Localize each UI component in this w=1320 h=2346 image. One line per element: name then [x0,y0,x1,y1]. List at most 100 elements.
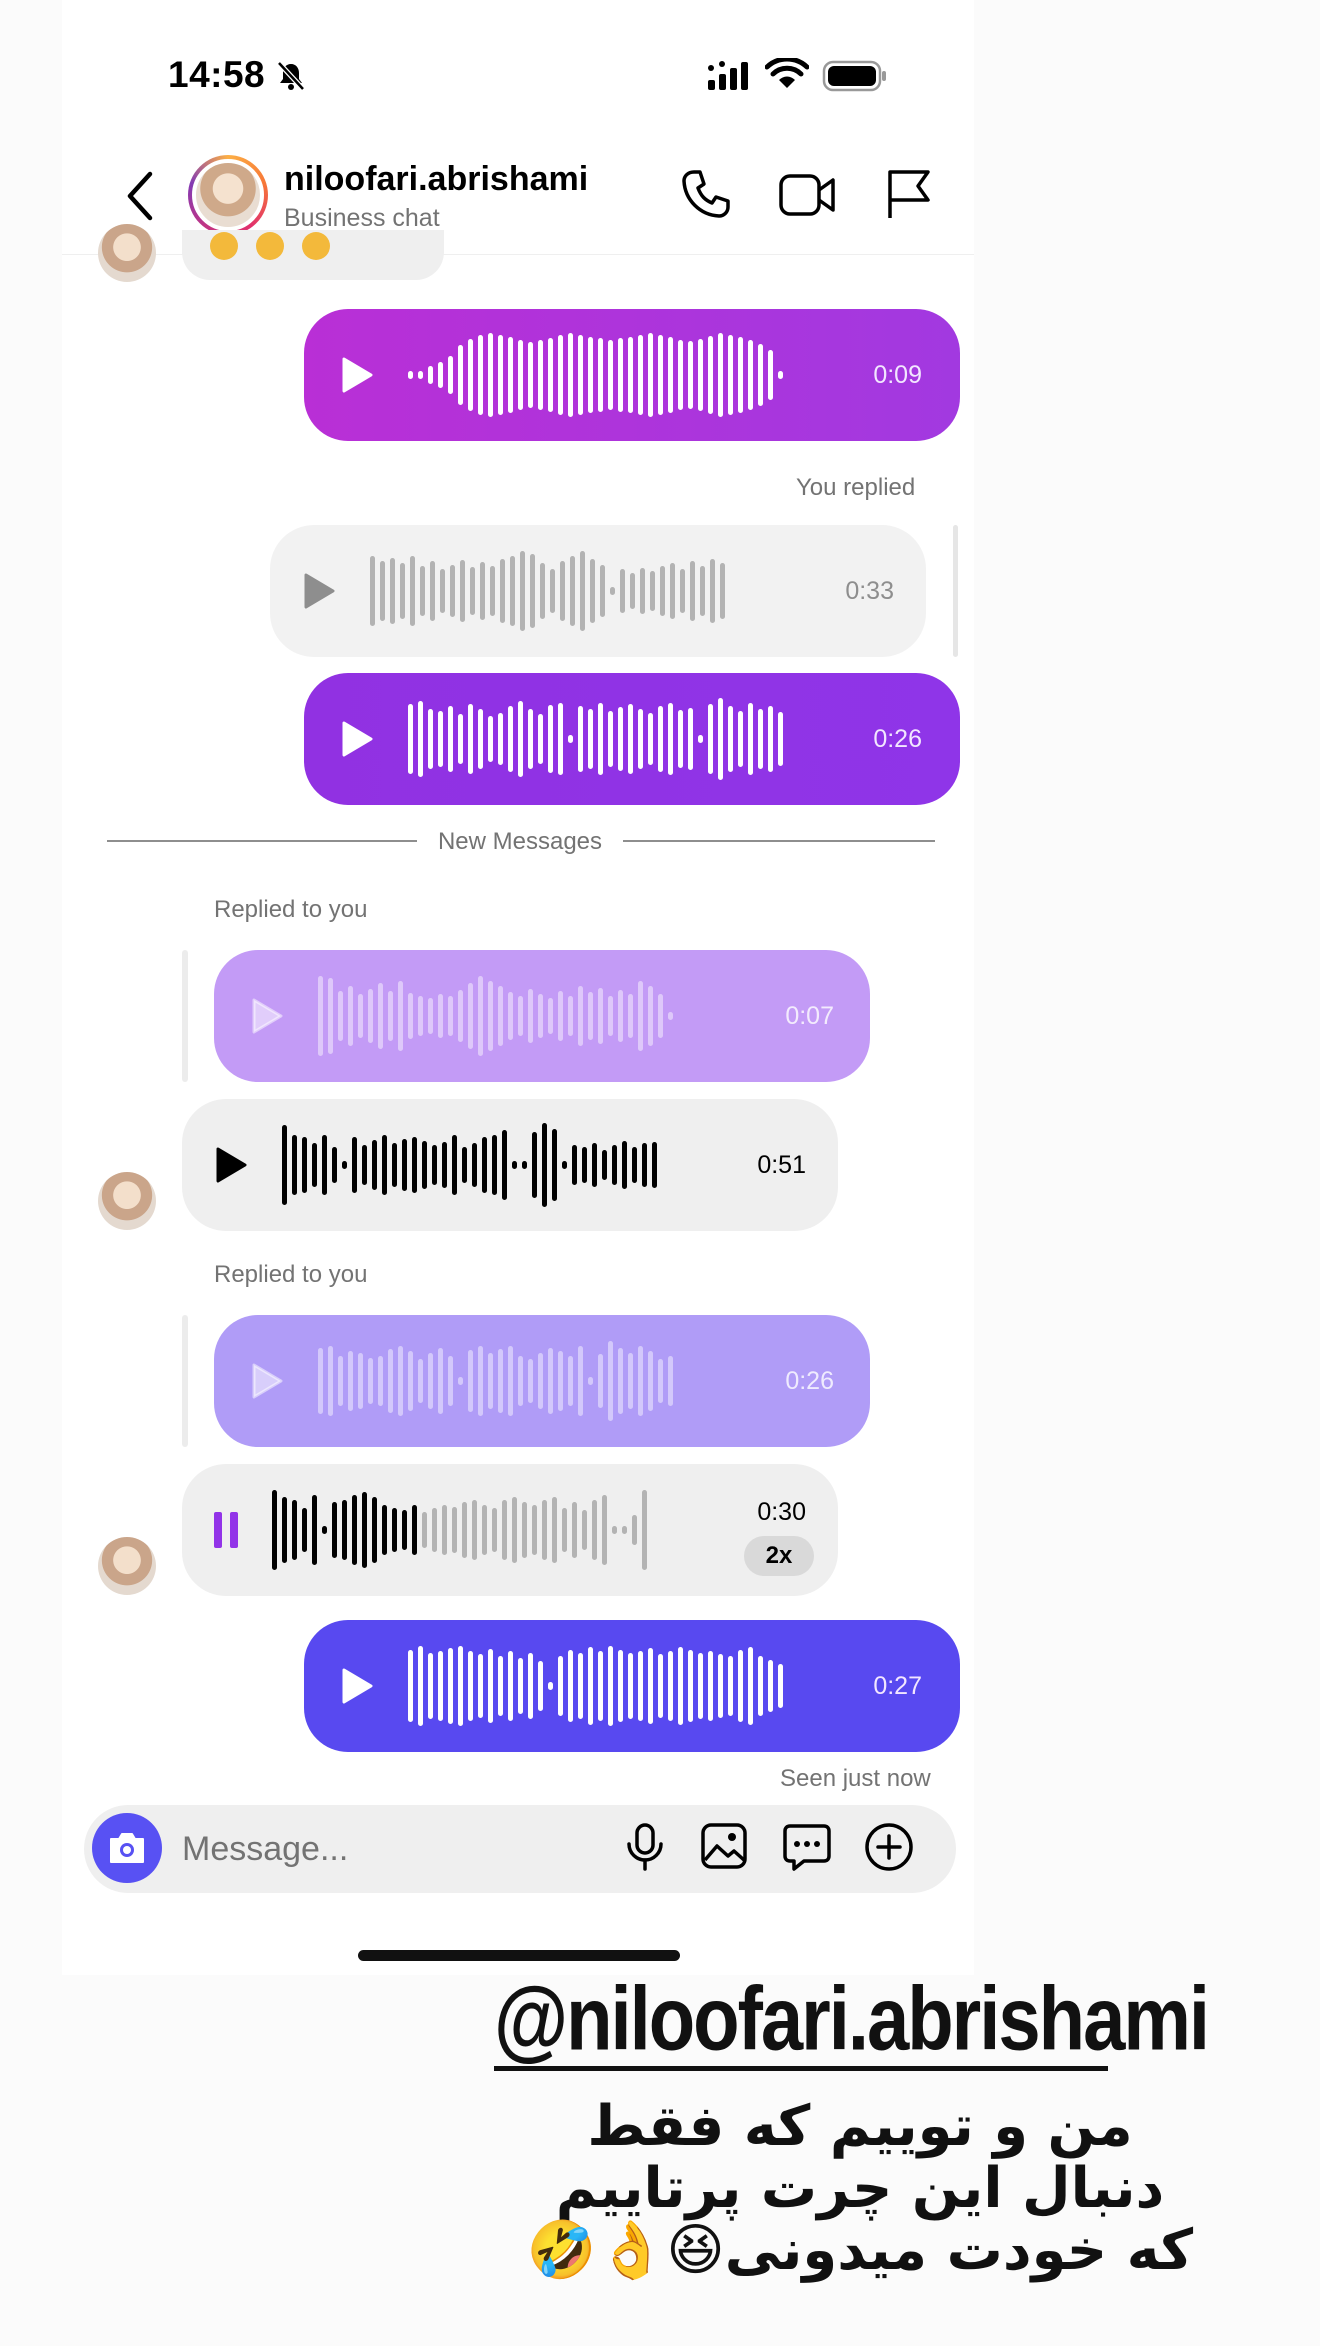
waveform-bar [352,1495,357,1565]
waveform-bar [448,706,453,772]
waveform-bar [538,994,543,1038]
waveform-bar [370,556,375,626]
waveform-bar [608,1341,613,1421]
waveform-bar [470,567,475,615]
waveform-bar [508,1651,513,1721]
voice-message-incoming[interactable]: 0:51 [182,1099,838,1231]
play-icon[interactable] [340,720,374,758]
waveform-bar [508,992,513,1040]
play-icon[interactable] [302,572,336,610]
waveform-bar [498,986,503,1046]
play-icon[interactable] [340,1667,374,1705]
waveform-bar [462,1502,467,1558]
waveform-bar [468,704,473,774]
reply-quote-outgoing[interactable]: 0:33 [270,525,926,657]
waveform-bar [318,976,323,1056]
flag-icon[interactable] [884,168,932,220]
waveform-bar [390,558,395,624]
waveform-bar [678,710,683,768]
waveform-bar [432,1508,437,1552]
waveform-bar [690,561,695,621]
waveform-bar [580,551,585,631]
image-icon[interactable] [700,1822,748,1870]
waveform-bar [628,994,633,1038]
waveform-bar [322,1526,327,1534]
waveform-bar [718,1654,723,1718]
waveform-bar [558,1656,563,1716]
waveform-bar [382,1505,387,1555]
waveform-bar [602,1150,607,1180]
waveform-bar [592,1500,597,1560]
waveform-bar [758,709,763,769]
waveform-bar [420,566,425,616]
back-icon[interactable] [122,170,158,222]
waveform-bar [728,706,733,772]
mic-icon[interactable] [623,1822,667,1872]
waveform-bar [592,1143,597,1187]
waveform-bar [608,340,613,410]
waveform-bar [708,704,713,774]
waveform-bar [508,337,513,413]
sticker-icon[interactable] [782,1822,832,1872]
waveform-bar [778,712,783,766]
waveform-bar [640,568,645,614]
waveform-bar [658,706,663,772]
reply-quote-incoming[interactable]: 0:26 [214,1315,870,1447]
call-icon[interactable] [680,168,732,220]
play-icon[interactable] [214,1146,248,1184]
voice-message-outgoing[interactable]: 0:26 [304,673,960,805]
waveform-bar [608,1646,613,1726]
waveform-bar [548,1682,553,1690]
waveform-bar [342,1500,347,1560]
waveform-bar [488,716,493,762]
plus-icon[interactable] [864,1822,914,1872]
waveform-bar [468,339,473,411]
waveform-bar [430,561,435,621]
waveform-bar [622,1141,627,1189]
waveform-bar [408,1351,413,1411]
waveform-bar [552,1129,557,1201]
waveform-bar [582,1147,587,1183]
waveform-bar [422,1512,427,1548]
waveform-bar [618,990,623,1042]
camera-icon [110,1833,144,1863]
wifi-icon [765,58,809,88]
waveform-bar [378,983,383,1049]
waveform-bar [628,1353,633,1409]
waveform-bar [718,333,723,417]
message-input[interactable] [180,1820,564,1878]
header-username[interactable]: niloofari.abrishami [284,160,588,199]
waveform-bar [518,701,523,777]
waveform-bar [428,1353,433,1409]
voice-message-outgoing[interactable]: 0:27 [304,1620,960,1752]
voice-message-outgoing[interactable]: 0:09 [304,309,960,441]
waveform-bar [412,1137,417,1193]
voice-duration: 0:26 [873,724,922,753]
waveform-bar [558,1351,563,1411]
waveform-bar [498,335,503,415]
waveform-bar [512,1161,517,1169]
video-icon[interactable] [778,170,836,220]
waveform-bar [582,1510,587,1550]
handle-underline [494,2066,1108,2071]
waveform [370,546,730,636]
play-icon[interactable] [340,356,374,394]
replied-to-you-label: Replied to you [214,1261,368,1288]
waveform [272,1485,652,1575]
waveform-bar [718,698,723,780]
waveform-bar [768,350,773,400]
camera-button[interactable] [92,1813,162,1883]
waveform-bar [558,703,563,775]
waveform-bar [478,1346,483,1416]
play-icon[interactable] [250,997,284,1035]
pause-icon[interactable] [214,1512,238,1548]
reply-quote-incoming[interactable]: 0:07 [214,950,870,1082]
waveform-bar [608,711,613,767]
playback-speed-button[interactable]: 2x [744,1536,814,1576]
play-icon[interactable] [250,1362,284,1400]
voice-message-incoming-playing[interactable]: 0:30 2x [182,1464,838,1596]
waveform-bar [612,1145,617,1185]
waveform-bar [532,1132,537,1198]
avatar[interactable] [188,155,268,235]
partial-message-bubble[interactable] [182,230,444,280]
